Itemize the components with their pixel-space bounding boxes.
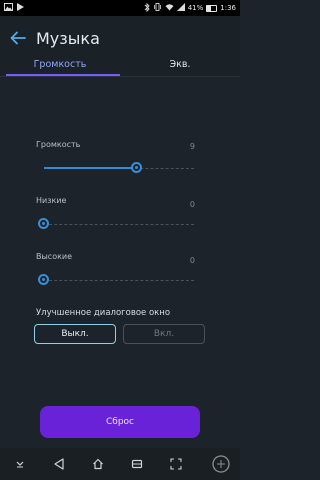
battery-icon xyxy=(206,4,218,12)
tab-bar: Громкость Экв. xyxy=(0,56,240,76)
recents-nav-icon[interactable] xyxy=(128,455,146,473)
battery-percent: 41% xyxy=(187,4,204,12)
high-value: 0 xyxy=(189,256,195,265)
wifi-icon xyxy=(165,3,174,13)
signal-icon xyxy=(176,3,185,13)
high-label: Высокие xyxy=(36,252,73,261)
tabs-divider xyxy=(0,76,240,77)
low-slider-thumb[interactable] xyxy=(38,218,49,229)
back-arrow-icon[interactable] xyxy=(8,28,28,48)
low-value: 0 xyxy=(189,200,195,209)
play-store-icon xyxy=(17,3,24,13)
volume-label: Громкость xyxy=(36,140,81,149)
high-slider-thumb[interactable] xyxy=(38,274,49,285)
dialog-off-button[interactable]: Выкл. xyxy=(34,324,116,344)
dialog-enhance-label: Улучшенное диалоговое окно xyxy=(36,308,171,318)
reset-button[interactable]: Сброс xyxy=(40,406,200,438)
clock: 1:36 xyxy=(220,4,236,12)
back-nav-icon[interactable] xyxy=(50,455,68,473)
status-bar: 41% 1:36 xyxy=(0,0,240,16)
low-slider-row: Низкие 0 xyxy=(36,196,204,229)
volume-value: 9 xyxy=(189,142,195,151)
low-track xyxy=(44,224,194,225)
screenshot-nav-icon[interactable] xyxy=(167,455,185,473)
volume-slider-row: Громкость 9 xyxy=(36,140,204,173)
app-bar: Музыка xyxy=(0,16,240,60)
dialog-on-button[interactable]: Вкл. xyxy=(123,324,205,344)
hide-nav-icon[interactable] xyxy=(11,455,29,473)
low-label: Низкие xyxy=(36,196,67,205)
vibrate-icon xyxy=(153,3,162,13)
volume-slider-thumb[interactable] xyxy=(131,162,142,173)
image-notification-icon xyxy=(4,3,13,13)
tab-equalizer[interactable]: Экв. xyxy=(120,56,240,76)
high-slider-row: Высокие 0 xyxy=(36,252,204,285)
high-track xyxy=(44,280,194,281)
watermark-logo-icon xyxy=(206,454,236,474)
bluetooth-icon xyxy=(144,2,150,14)
tab-volume[interactable]: Громкость xyxy=(0,56,120,76)
navigation-bar xyxy=(0,448,240,480)
home-nav-icon[interactable] xyxy=(89,455,107,473)
volume-fill xyxy=(44,167,136,169)
page-title: Музыка xyxy=(36,28,100,48)
